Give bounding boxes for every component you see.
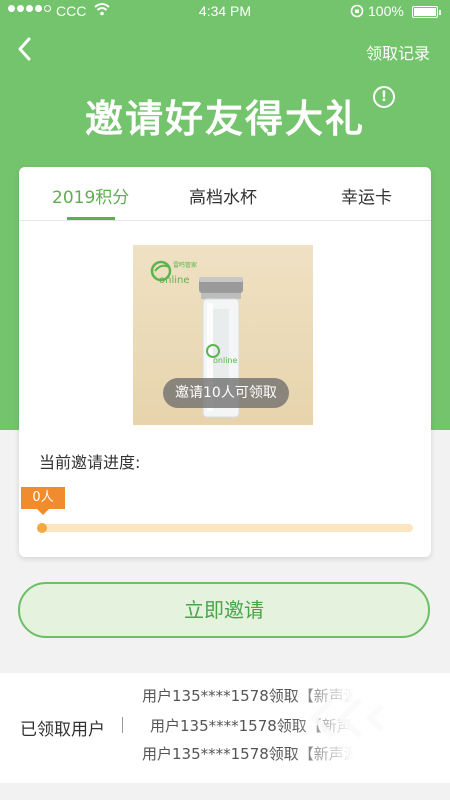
battery-percentage: 100% [368, 3, 404, 19]
brand-online-bottle: online [213, 356, 237, 365]
svg-text:雷鸣管家: 雷鸣管家 [173, 261, 197, 269]
info-icon[interactable]: ! [373, 86, 395, 108]
rotation-lock-icon [350, 4, 364, 18]
progress-marker [37, 523, 47, 533]
brand-online-top: online [159, 275, 190, 286]
divider [122, 717, 123, 733]
tab-water-cup[interactable]: 高档水杯 [189, 183, 257, 208]
invite-now-button[interactable]: 立即邀请 [18, 582, 430, 638]
claim-records-link[interactable]: 领取记录 [366, 40, 430, 64]
progress-bar [37, 523, 413, 533]
battery-icon [412, 6, 441, 18]
reward-tabs: 2019积分 高档水杯 幸运卡 [19, 167, 431, 221]
watermark-logo-icon [310, 698, 384, 738]
progress-count-tag: 0人 [21, 487, 65, 515]
back-arrow-icon[interactable] [14, 36, 38, 62]
reward-requirement-badge: 邀请10人可领取 [163, 378, 289, 408]
progress-label: 当前邀请进度: [39, 453, 141, 472]
status-bar: CCC 4:34 PM 100% [0, 0, 450, 24]
reward-card: 2019积分 高档水杯 幸运卡 雷鸣管家 online online 邀请10人… [19, 167, 431, 557]
tab-points[interactable]: 2019积分 [52, 183, 129, 208]
claimed-users-label: 已领取用户 [20, 720, 105, 740]
active-tab-indicator [67, 217, 115, 220]
tab-lucky-card[interactable]: 幸运卡 [341, 183, 392, 208]
product-image: 雷鸣管家 online online 邀请10人可领取 [133, 245, 313, 425]
